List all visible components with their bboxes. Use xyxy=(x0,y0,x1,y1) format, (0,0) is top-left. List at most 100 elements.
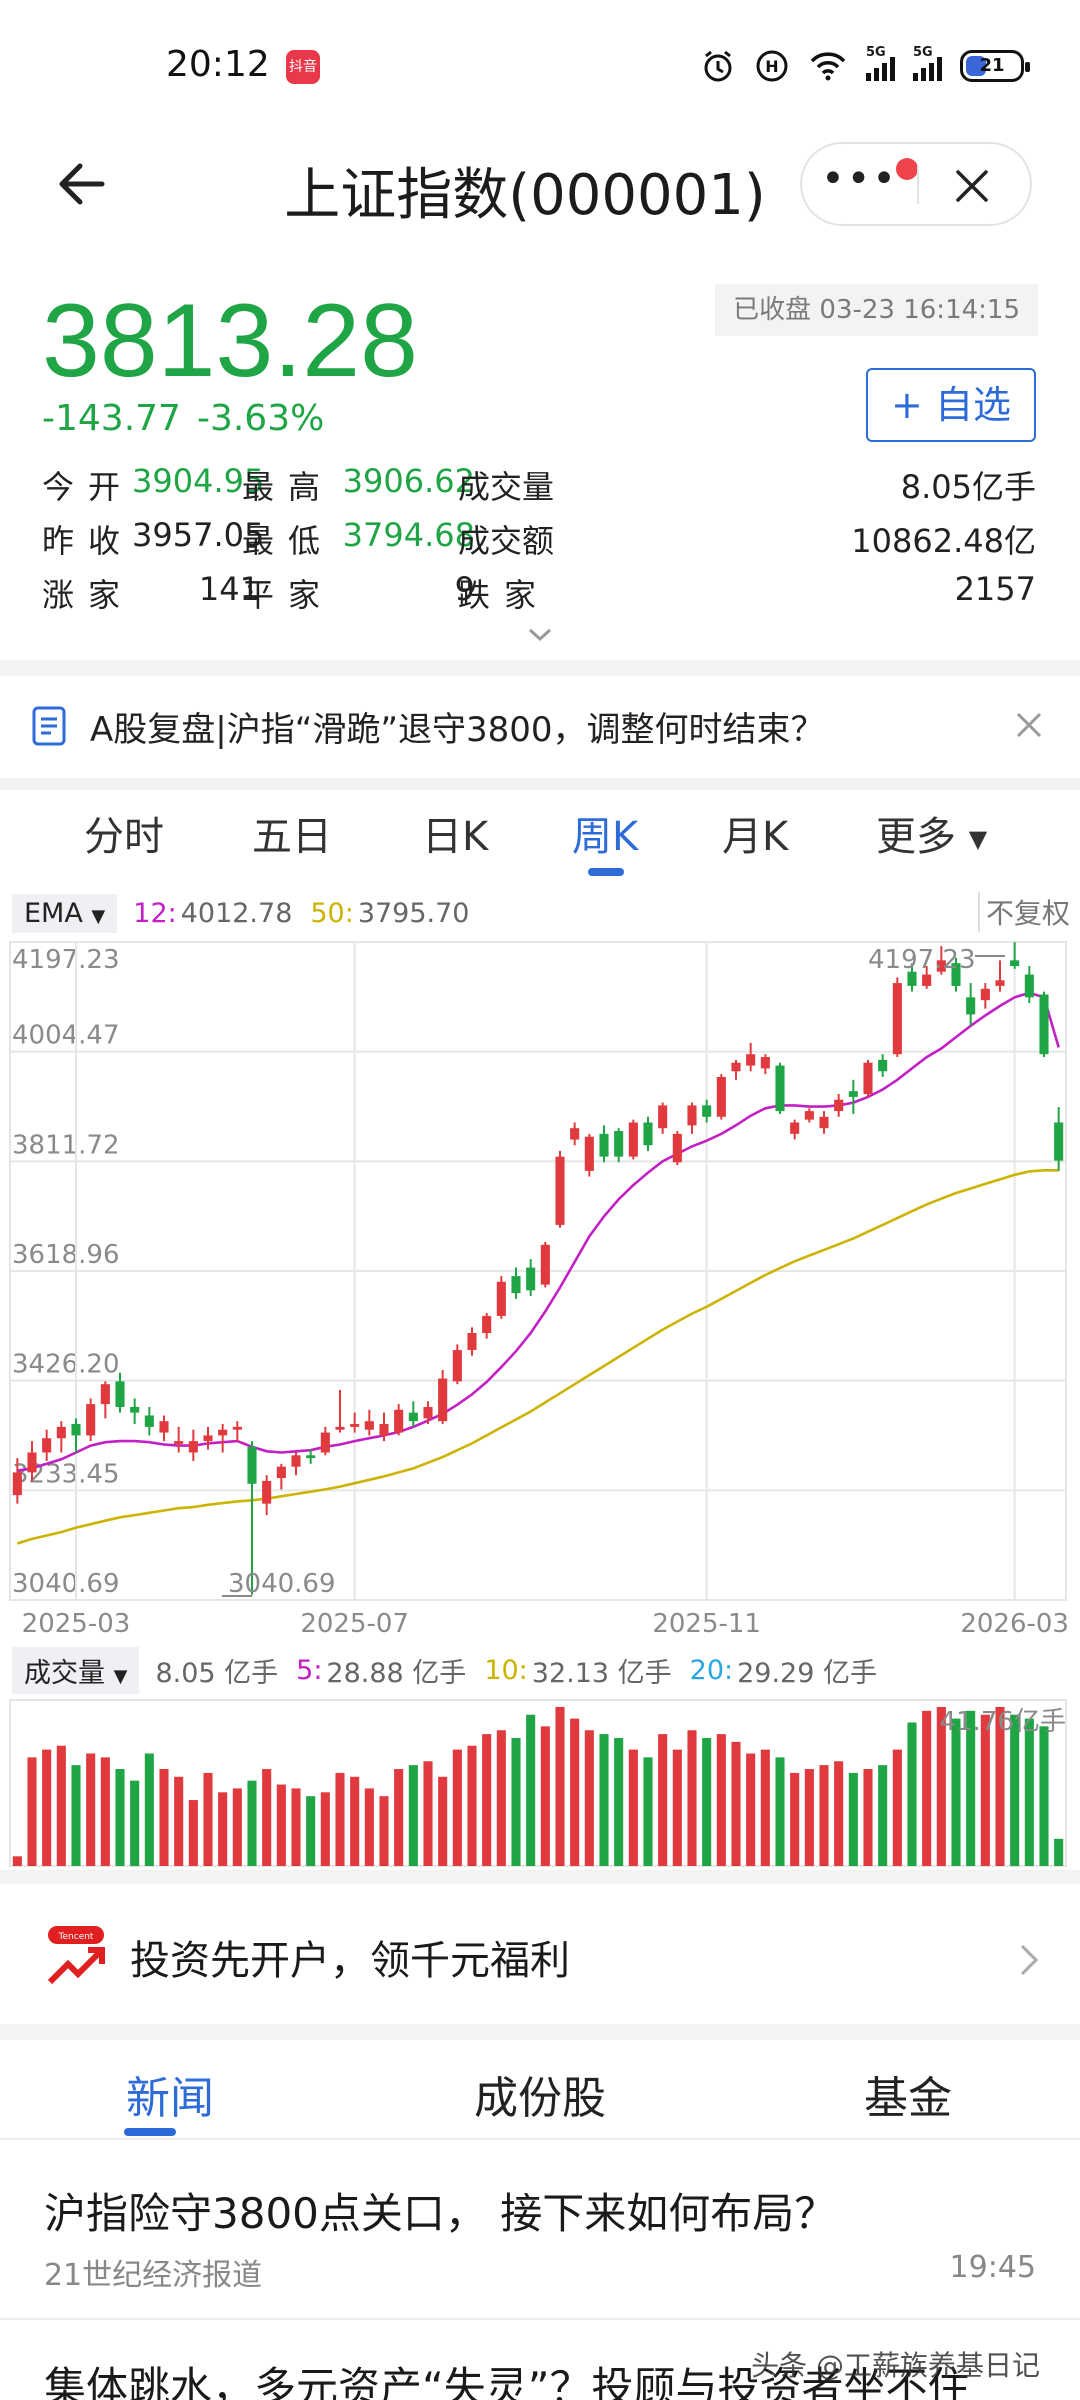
stat-label: 成交量 xyxy=(458,468,555,506)
news-source: 21世纪经济报道 xyxy=(44,2258,263,2293)
tab-funds[interactable]: 基金 xyxy=(864,2062,952,2126)
candle-body xyxy=(804,1111,814,1120)
low-price-label: 3040.69 xyxy=(228,1569,336,1599)
volume-indicator-select[interactable]: 成交量 ▼ xyxy=(12,1646,140,1694)
tab-intraday[interactable]: 分时 xyxy=(84,804,164,862)
volume-bar xyxy=(115,1769,125,1866)
volume-bar xyxy=(452,1749,462,1866)
candle-body xyxy=(643,1122,653,1146)
close-icon[interactable] xyxy=(1014,710,1044,740)
volume-bar xyxy=(262,1769,272,1866)
volume-bar xyxy=(584,1730,594,1866)
volume-bar xyxy=(27,1757,37,1866)
candle-body xyxy=(188,1441,198,1453)
active-tab-indicator xyxy=(124,2128,176,2136)
candle-body xyxy=(452,1350,462,1382)
stat-label: 成交额 xyxy=(458,522,555,560)
candle-body xyxy=(159,1421,169,1433)
tab-daily-k[interactable]: 日K xyxy=(422,804,488,862)
volume-bar xyxy=(702,1737,712,1866)
notification-dot xyxy=(896,158,918,180)
candle-body xyxy=(71,1424,81,1436)
active-tab-indicator xyxy=(588,868,624,876)
status-time: 20:12 xyxy=(166,44,270,85)
close-icon[interactable] xyxy=(952,166,992,206)
volume-bar xyxy=(628,1749,638,1866)
volume-bar xyxy=(922,1710,932,1866)
volume-bar xyxy=(878,1765,888,1866)
svg-text:H: H xyxy=(765,57,778,76)
wifi-icon xyxy=(810,52,846,81)
news-title[interactable]: 沪指险守3800点关口， 接下来如何布局？ xyxy=(44,2180,836,2241)
volume-bar xyxy=(218,1792,228,1866)
tab-more[interactable]: 更多 ▼ xyxy=(876,804,987,862)
tab-constituents[interactable]: 成份股 xyxy=(474,2062,606,2126)
candle-body xyxy=(658,1105,668,1129)
y-tick-label: 3811.72 xyxy=(12,1130,120,1160)
candle-body xyxy=(203,1435,213,1442)
candle-body xyxy=(760,1057,770,1069)
expand-chevron-icon[interactable] xyxy=(526,624,554,644)
chevron-right-icon[interactable] xyxy=(1018,1942,1040,1978)
kline-chart[interactable]: EMA ▼ 12: 4012.78 50: 3795.70 不复权 4197.2… xyxy=(0,880,1080,1870)
candle-body xyxy=(746,1054,756,1066)
battery-icon: 21 xyxy=(960,50,1030,82)
volume-bar xyxy=(790,1772,800,1866)
candle-body xyxy=(232,1426,242,1430)
ema50-line xyxy=(16,1169,1059,1545)
tab-weekly-k[interactable]: 周K xyxy=(572,804,638,862)
candle-body xyxy=(848,1091,858,1097)
candle-body xyxy=(379,1424,389,1436)
tab-monthly-k[interactable]: 月K xyxy=(722,804,788,862)
candle-body xyxy=(291,1455,301,1467)
candle-body xyxy=(790,1122,800,1134)
volume-bar xyxy=(980,1714,990,1866)
last-price: 3813.28 xyxy=(42,283,418,399)
candle-body xyxy=(892,983,902,1055)
stat-row: 昨收 3957.05 最低 3794.68 成交额 10862.48亿 xyxy=(42,516,1038,570)
volume-max-label: 41.76亿手 xyxy=(940,1707,1066,1737)
ma5-value: 28.88 亿手 xyxy=(326,1657,467,1689)
stat-value: 9 xyxy=(454,570,475,608)
high-price-label: 4197.23 xyxy=(868,945,976,975)
candle-body xyxy=(570,1128,580,1140)
tab-five-day[interactable]: 五日 xyxy=(252,804,332,862)
chart-period-tabs: 分时 五日 日K 周K 月K 更多 ▼ xyxy=(0,790,1080,880)
volume-bar xyxy=(687,1730,697,1866)
add-watchlist-button[interactable]: + 自选 xyxy=(866,368,1036,442)
tab-news[interactable]: 新闻 xyxy=(126,2062,214,2126)
volume-bar xyxy=(56,1745,66,1866)
section-divider xyxy=(0,660,1080,676)
document-icon xyxy=(32,706,66,746)
stat-value: 3794.68 xyxy=(342,516,475,554)
ema12-line xyxy=(17,991,1060,1472)
volume-bar xyxy=(364,1788,374,1866)
banner-headline[interactable]: A股复盘|沪指“滑跪”退守3800，调整何时结束？ xyxy=(90,702,824,751)
candle-body xyxy=(262,1480,272,1504)
volume-bar xyxy=(819,1765,829,1866)
section-divider xyxy=(0,778,1080,790)
more-dots-icon[interactable]: ••• xyxy=(802,144,917,224)
volume-current: 8.05 亿手 xyxy=(155,1657,279,1689)
section-divider xyxy=(0,1870,1080,1884)
stat-label: 今开 xyxy=(42,468,135,506)
price-change: -143.77 -3.63% xyxy=(42,398,325,439)
volume-bar xyxy=(599,1734,609,1866)
x-tick-label: 2026-03 xyxy=(960,1609,1069,1639)
volume-bar xyxy=(423,1761,433,1866)
candle-body xyxy=(555,1156,565,1225)
candle-body xyxy=(247,1446,257,1484)
list-item[interactable]: 沪指险守3800点关口， 接下来如何布局？ 21世纪经济报道 19:45 xyxy=(0,2140,1080,2320)
volume-bar xyxy=(614,1737,624,1866)
candle-body xyxy=(834,1099,844,1112)
promo-banner[interactable]: Tencent 投资先开户，领千元福利 xyxy=(0,1884,1080,2024)
volume-bar xyxy=(379,1796,389,1866)
volume-bar xyxy=(804,1769,814,1866)
candle-body xyxy=(1054,1122,1064,1161)
news-banner[interactable]: A股复盘|沪指“滑跪”退守3800，调整何时结束？ xyxy=(0,676,1080,778)
candle-body xyxy=(12,1472,22,1496)
stat-label: 最低 xyxy=(242,522,335,560)
volume-bar xyxy=(511,1737,521,1866)
promo-text[interactable]: 投资先开户，领千元福利 xyxy=(130,1928,570,1986)
candle-body xyxy=(174,1441,184,1444)
